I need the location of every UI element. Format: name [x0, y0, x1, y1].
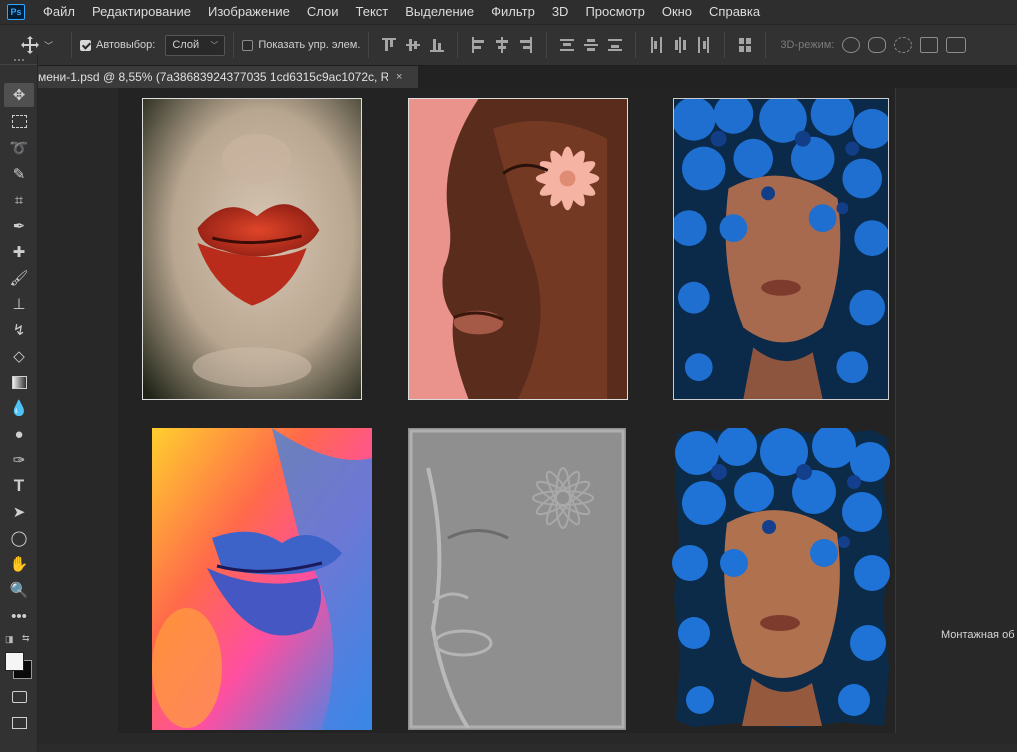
panel-grip[interactable] [0, 55, 37, 65]
menu-type[interactable]: Текст [348, 0, 398, 24]
menu-file[interactable]: Файл [35, 0, 84, 24]
divider [546, 32, 548, 58]
distribute-bottom-icon[interactable] [608, 37, 623, 53]
eraser-tool-icon[interactable]: ◇ [4, 344, 34, 368]
menu-layers[interactable]: Слои [299, 0, 348, 24]
hand-tool-icon[interactable]: ✋ [4, 552, 34, 576]
embossed-face-photo[interactable] [408, 428, 626, 730]
artboard-panel-label: Монтажная об [941, 629, 1015, 641]
3d-mode-label: 3D-режим: [780, 39, 835, 51]
align-top-icon[interactable] [382, 37, 397, 53]
autoselect-checkbox[interactable] [80, 39, 92, 51]
distribute-left-icon[interactable] [649, 37, 663, 53]
blue-flowers-torn-photo[interactable] [672, 428, 892, 730]
move-tool-preset-icon[interactable] [20, 35, 40, 55]
distribute-top-icon[interactable] [560, 37, 575, 53]
autoselect-label: Автовыбор: [96, 39, 156, 51]
marquee-tool-icon[interactable] [4, 109, 34, 133]
dodge-tool-icon[interactable]: ● [4, 422, 34, 446]
align-right-icon[interactable] [519, 37, 533, 53]
history-brush-tool-icon[interactable]: ↯ [4, 318, 34, 342]
thermal-lips-photo[interactable] [152, 428, 372, 730]
ellipse-tool-icon[interactable]: ◯ [4, 526, 34, 550]
menu-select[interactable]: Выделение [397, 0, 483, 24]
chevron-down-icon[interactable]: ﹀ [44, 39, 53, 52]
quick-selection-tool-icon[interactable]: ✎ [4, 162, 34, 186]
divider [233, 32, 235, 58]
autoselect-target-select[interactable]: Слой ﹀ [165, 34, 226, 56]
zoom-tool-icon[interactable]: 🔍 [4, 578, 34, 602]
distribute-vertical-center-icon[interactable] [584, 37, 599, 53]
clone-stamp-tool-icon[interactable]: ⊥ [4, 292, 34, 316]
healing-brush-tool-icon[interactable]: ✚ [4, 240, 34, 264]
menu-filter[interactable]: Фильтр [483, 0, 544, 24]
photoshop-logo-icon: Ps [7, 4, 25, 20]
swap-colors-icon[interactable]: ⇆ [22, 633, 30, 644]
menu-view[interactable]: Просмотр [577, 0, 653, 24]
divider [368, 32, 370, 58]
3d-orbit-icon[interactable] [842, 37, 861, 53]
blue-flowers-photo[interactable] [673, 98, 889, 400]
align-horizontal-center-icon[interactable] [495, 37, 509, 53]
default-colors-icon[interactable]: ◨ [5, 634, 14, 645]
canvas-workspace[interactable]: Монтажная об [38, 88, 1017, 752]
chevron-down-icon: ﹀ [210, 40, 219, 50]
tools-panel: ✥ ➰ ✎ ⌗ ✒ ✚ 🖌 ⊥ ↯ ◇ 💧 ● ✑ T ➤ ◯ ✋ 🔍 ••• … [0, 55, 38, 752]
menu-3d[interactable]: 3D [544, 0, 578, 24]
3d-roll-icon[interactable] [868, 37, 887, 53]
type-tool-icon[interactable]: T [4, 474, 34, 498]
blur-tool-icon[interactable]: 💧 [4, 396, 34, 420]
options-bar: ﹀ Автовыбор: Слой ﹀ Показать упр. элем. … [0, 24, 1017, 66]
autoselect-target-value: Слой [172, 39, 200, 51]
align-bottom-icon[interactable] [430, 37, 445, 53]
distribute-right-icon[interactable] [697, 37, 711, 53]
3d-scale-icon[interactable] [946, 37, 967, 53]
3d-slide-icon[interactable] [920, 37, 939, 53]
more-tools-icon[interactable]: ••• [4, 604, 34, 628]
document-tab[interactable]: мени-1.psd @ 8,55% (7a38683924377035 1cd… [38, 66, 418, 88]
screen-mode-icon[interactable] [4, 711, 34, 735]
divider [765, 32, 767, 58]
red-lips-photo[interactable] [142, 98, 362, 400]
menu-bar: Ps Файл Редактирование Изображение Слои … [0, 0, 1017, 24]
distribute-horizontal-center-icon[interactable] [673, 37, 687, 53]
show-transform-checkbox[interactable] [242, 39, 254, 51]
menu-window[interactable]: Окно [654, 0, 701, 24]
divider [635, 32, 637, 58]
menu-edit[interactable]: Редактирование [84, 0, 200, 24]
divider [457, 32, 459, 58]
align-left-icon[interactable] [471, 37, 485, 53]
align-vertical-center-icon[interactable] [406, 37, 421, 53]
auto-align-layers-icon[interactable] [738, 37, 752, 53]
lasso-tool-icon[interactable]: ➰ [4, 136, 34, 160]
path-selection-tool-icon[interactable]: ➤ [4, 500, 34, 524]
show-transform-label: Показать упр. элем. [258, 39, 361, 51]
flower-eye-photo[interactable] [408, 98, 628, 400]
close-icon[interactable]: × [396, 71, 402, 83]
divider [71, 32, 73, 58]
brush-tool-icon[interactable]: 🖌 [4, 266, 34, 290]
artboard[interactable] [118, 88, 896, 733]
quick-mask-icon[interactable] [4, 685, 34, 709]
pen-tool-icon[interactable]: ✑ [4, 448, 34, 472]
move-tool-icon[interactable]: ✥ [4, 83, 34, 107]
menu-help[interactable]: Справка [701, 0, 769, 24]
gradient-tool-icon[interactable] [4, 370, 34, 394]
crop-tool-icon[interactable]: ⌗ [4, 188, 34, 212]
3d-pan-icon[interactable] [894, 37, 913, 53]
horizontal-scrollbar[interactable] [38, 744, 1017, 752]
eyedropper-tool-icon[interactable]: ✒ [4, 214, 34, 238]
document-tabs: мени-1.psd @ 8,55% (7a38683924377035 1cd… [38, 66, 1017, 88]
menu-image[interactable]: Изображение [200, 0, 299, 24]
divider [724, 32, 726, 58]
foreground-color-swatch[interactable] [5, 652, 24, 671]
document-tab-title: мени-1.psd @ 8,55% (7a38683924377035 1cd… [38, 70, 388, 84]
